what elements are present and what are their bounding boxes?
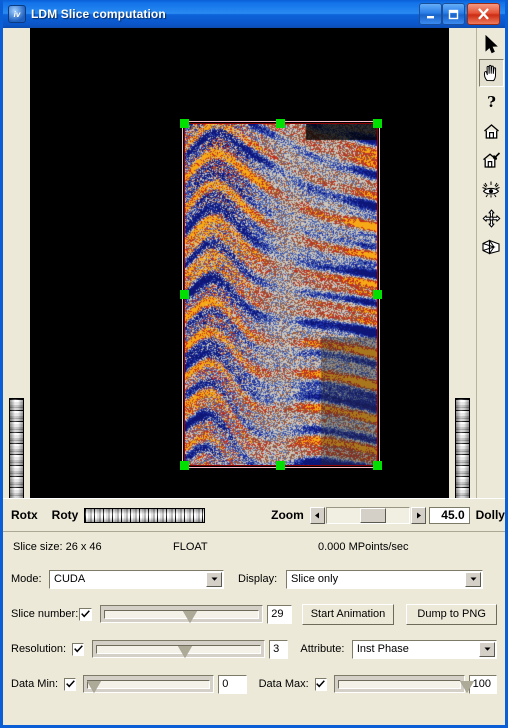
slice-selection[interactable] (180, 119, 382, 470)
resolution-slider[interactable] (92, 640, 266, 658)
display-dropdown[interactable]: Slice only (286, 569, 483, 589)
pointer-icon[interactable] (478, 30, 504, 58)
data-max-slider-thumb[interactable] (459, 681, 474, 693)
data-min-slider-thumb[interactable] (87, 681, 102, 693)
control-panel: Mode: CUDA Display: Slice only Slice num… (3, 566, 505, 697)
zoom-slider-track[interactable] (325, 506, 411, 524)
attribute-dropdown[interactable]: Inst Phase (351, 639, 498, 659)
perspective-camera-icon[interactable] (478, 233, 504, 261)
data-min-slider[interactable] (83, 675, 215, 693)
handle-bottom-right[interactable] (373, 461, 382, 470)
handle-middle-right[interactable] (373, 290, 382, 299)
chevron-down-icon[interactable] (206, 571, 222, 587)
rotx-label: Rotx (11, 508, 38, 522)
slice-number-slider[interactable] (99, 605, 264, 623)
hand-icon[interactable] (478, 59, 504, 87)
throughput-text: 0.000 MPoints/sec (318, 541, 409, 553)
maximize-button[interactable] (442, 3, 465, 25)
handle-top-left[interactable] (180, 119, 189, 128)
status-bar: Slice size: 26 x 46 FLOAT 0.000 MPoints/… (3, 531, 505, 562)
camera-control-bar: Rotx Roty Zoom 45.0 Dolly (3, 498, 505, 531)
resolution-slider-thumb[interactable] (177, 646, 192, 658)
display-label: Display: (238, 573, 278, 585)
question-mark-icon[interactable]: ? (478, 88, 504, 116)
data-range-row: Data Min: 0 Data Max: 100 (11, 671, 497, 697)
mode-dropdown[interactable]: CUDA (49, 569, 224, 589)
slice-number-value[interactable]: 29 (267, 604, 292, 624)
resolution-value[interactable]: 3 (269, 639, 289, 659)
slice-size-text: Slice size: 26 x 46 (13, 541, 102, 553)
window-title: LDM Slice computation (31, 7, 166, 21)
slice-number-checkbox[interactable] (79, 607, 92, 621)
data-min-label: Data Min: (11, 678, 59, 690)
render-canvas[interactable] (30, 28, 476, 498)
iv-logo-icon: iv (8, 5, 26, 23)
seismic-slice-image[interactable] (184, 123, 378, 466)
set-home-icon[interactable] (478, 146, 504, 174)
data-max-checkbox[interactable] (314, 677, 327, 691)
zoom-increase-button[interactable] (411, 506, 427, 524)
resolution-label: Resolution: (11, 643, 67, 655)
application-window: iv LDM Slice computation ? Rotx Roty Zoo… (0, 0, 508, 728)
seismic-raster (185, 124, 377, 465)
data-min-checkbox[interactable] (64, 677, 77, 691)
dolly-label: Dolly (475, 508, 505, 522)
close-button[interactable] (467, 3, 500, 25)
slice-number-row: Slice number: 29 Start Animation Dump to… (11, 601, 497, 627)
attribute-value: Inst Phase (356, 642, 409, 655)
seek-icon[interactable] (478, 204, 504, 232)
viewer-toolbar: ? (476, 28, 505, 498)
resolution-checkbox[interactable] (72, 642, 85, 656)
roty-thumbwheel-shading (85, 508, 205, 522)
handle-top-center[interactable] (276, 119, 285, 128)
mode-label: Mode: (11, 573, 42, 585)
dolly-wheel-column (449, 28, 476, 520)
slice-number-slider-track (103, 610, 260, 619)
handle-bottom-center[interactable] (276, 461, 285, 470)
data-max-label: Data Max: (258, 678, 309, 690)
viewer-row: ? (3, 28, 505, 520)
display-value: Slice only (291, 572, 339, 585)
data-max-slider[interactable] (333, 675, 474, 693)
title-bar: iv LDM Slice computation (3, 0, 505, 28)
rotx-wheel-column (3, 28, 30, 520)
start-animation-button[interactable]: Start Animation (301, 603, 395, 625)
zoom-value-field[interactable]: 45.0 (429, 506, 470, 524)
mode-display-row: Mode: CUDA Display: Slice only (11, 566, 497, 592)
minimize-button[interactable] (419, 3, 442, 25)
data-max-slider-track (337, 680, 461, 689)
handle-bottom-left[interactable] (180, 461, 189, 470)
zoom-label: Zoom (271, 508, 304, 522)
slice-number-label: Slice number: (11, 608, 79, 620)
data-min-value[interactable]: 0 (218, 674, 247, 694)
slice-number-slider-thumb[interactable] (183, 611, 198, 623)
data-type-text: FLOAT (173, 541, 208, 553)
roty-label: Roty (51, 508, 79, 522)
home-icon[interactable] (478, 117, 504, 145)
zoom-slider-thumb[interactable] (359, 507, 386, 523)
view-all-icon[interactable] (478, 175, 504, 203)
attribute-label: Attribute: (300, 643, 345, 655)
client-area: ? Rotx Roty Zoom 45.0 Dolly Slice size: … (3, 28, 505, 725)
zoom-decrease-button[interactable] (309, 506, 325, 524)
resolution-row: Resolution: 3 Attribute: Inst Phase (11, 636, 498, 662)
data-min-slider-track (87, 680, 211, 689)
handle-top-right[interactable] (373, 119, 382, 128)
dump-to-png-button[interactable]: Dump to PNG (406, 603, 497, 625)
handle-middle-left[interactable] (180, 290, 189, 299)
svg-text:?: ? (487, 93, 496, 111)
chevron-down-icon[interactable] (479, 641, 496, 657)
chevron-down-icon[interactable] (465, 571, 481, 587)
mode-value: CUDA (54, 572, 86, 585)
roty-thumbwheel[interactable] (84, 507, 206, 523)
